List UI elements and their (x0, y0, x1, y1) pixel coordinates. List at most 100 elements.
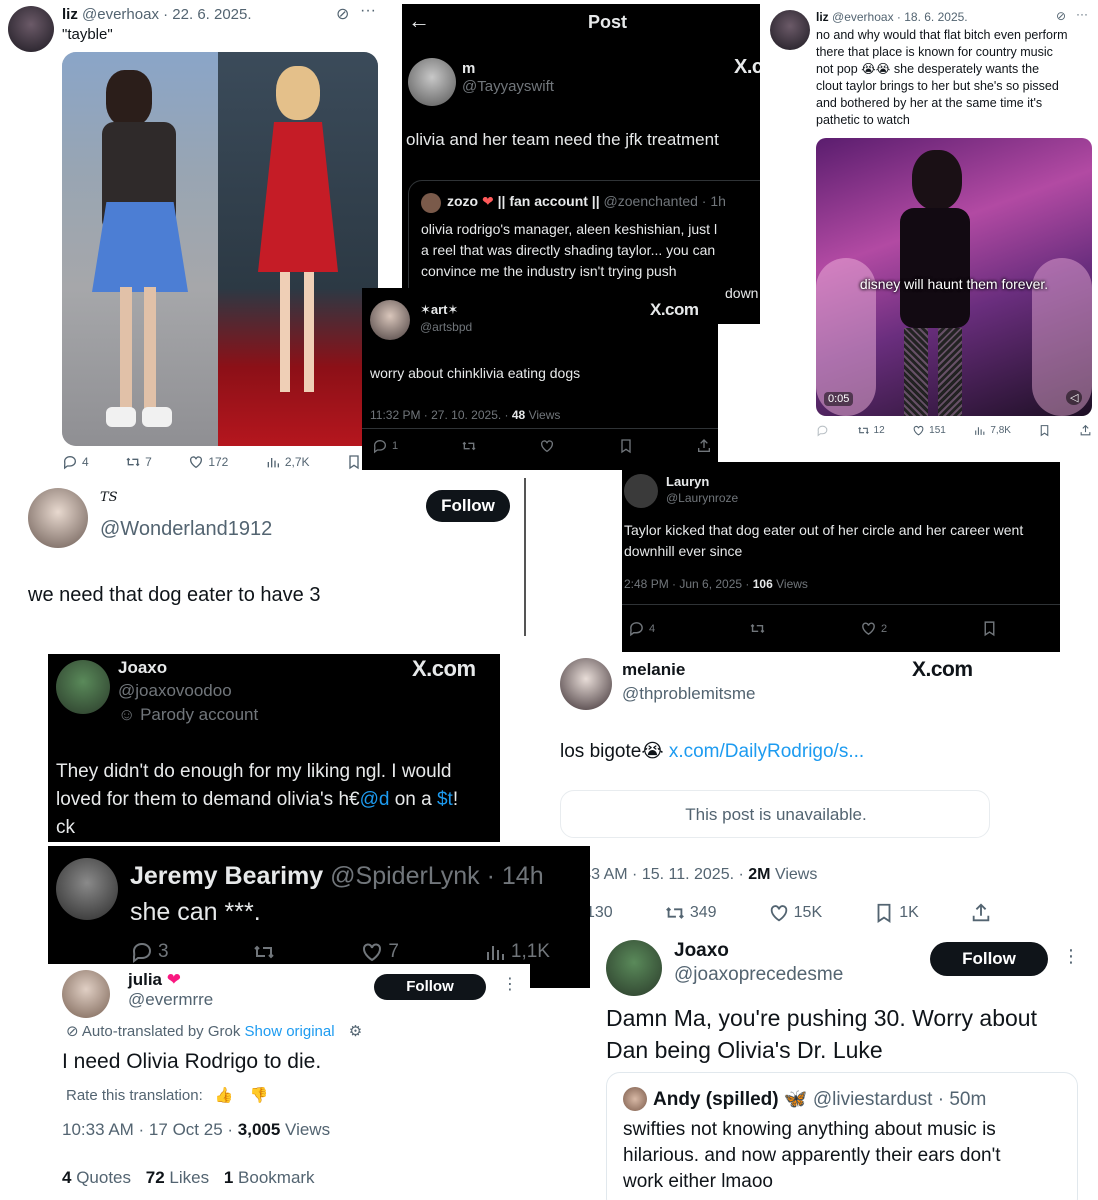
share-button[interactable] (1079, 424, 1092, 437)
translated-label: Auto-translated by Grok (81, 1023, 241, 1040)
post-link[interactable]: x.com/DailyRodrigo/s... (669, 741, 864, 762)
more-icon[interactable]: ⋮ (502, 974, 518, 994)
author-handle[interactable]: @Wonderland1912 (100, 518, 272, 541)
quoted-post[interactable]: Andy (spilled) 🦋 @liviestardust · 50m sw… (606, 1072, 1078, 1200)
follow-button[interactable]: Follow (930, 942, 1048, 976)
avatar[interactable] (560, 658, 612, 710)
author-handle[interactable]: @everhoax (832, 10, 894, 24)
avatar[interactable] (606, 940, 662, 996)
avatar[interactable] (624, 474, 658, 508)
post-text: los bigote😭 (560, 741, 664, 762)
author-name[interactable]: m (462, 60, 475, 77)
bookmark-button[interactable]: 1K (873, 902, 919, 924)
author-name[interactable]: melanie (622, 660, 685, 680)
grok-icon[interactable]: ⊘ (336, 4, 349, 24)
author-handle[interactable]: @Laurynroze (666, 491, 738, 505)
avatar[interactable] (770, 10, 810, 50)
avatar[interactable] (8, 6, 54, 52)
repost-button[interactable]: 12 (857, 424, 885, 437)
author-handle[interactable]: @joaxovoodoo (118, 681, 232, 701)
thumbs-down-icon[interactable]: 👎 (250, 1087, 269, 1104)
post-text: worry about chinklivia eating dogs (370, 365, 581, 381)
like-button[interactable]: 2 (860, 620, 887, 637)
repost-button[interactable] (461, 438, 477, 454)
bookmarks-count[interactable]: 1 Bookmark (224, 1168, 315, 1187)
reply-button[interactable]: 1 (372, 438, 398, 454)
follow-button[interactable]: Follow (374, 974, 486, 1000)
avatar[interactable] (408, 58, 456, 106)
author-handle[interactable]: @joaxoprecedesme (674, 964, 843, 986)
avatar[interactable] (62, 970, 110, 1018)
author-name[interactable]: Lauryn (666, 474, 709, 489)
photo-right (218, 52, 378, 446)
bookmark-button[interactable] (346, 454, 362, 470)
reply-button[interactable]: 3 (130, 940, 169, 964)
bookmark-button[interactable] (618, 438, 634, 454)
views-button[interactable]: 7,8K (973, 424, 1011, 437)
repost-button[interactable]: 349 (664, 902, 717, 924)
thumbs-up-icon[interactable]: 👍 (215, 1087, 234, 1104)
heart-emoji-icon: ❤ (166, 970, 181, 989)
reply-button[interactable] (816, 424, 829, 437)
avatar[interactable] (56, 660, 110, 714)
author-name[interactable]: Jeremy Bearimy (130, 862, 323, 890)
quote-text-overflow: down (725, 285, 759, 301)
bookmark-button[interactable] (981, 620, 998, 637)
back-arrow-icon[interactable]: ← (408, 8, 430, 34)
author-name[interactable]: julia (128, 970, 162, 989)
post-video[interactable]: disney will haunt them forever. 0:05 ◁ (816, 138, 1092, 416)
reply-button[interactable]: 4 (628, 620, 655, 637)
post-meta: 10:33 AM · 17 Oct 25 · 3,005 Views (62, 1120, 331, 1139)
quotes-count[interactable]: 4 Quotes (62, 1168, 131, 1187)
unavailable-post-box: This post is unavailable. (560, 790, 990, 838)
repost-button[interactable]: 7 (125, 454, 152, 470)
like-button[interactable]: 172 (188, 454, 228, 470)
action-bar: 4 7 172 2,7K (62, 454, 362, 470)
x-brand-logo: X.com (912, 658, 973, 681)
unavailable-text: This post is unavailable. (685, 805, 867, 824)
author-name[interactable]: liz (62, 6, 78, 23)
quote-author-name: zozo (447, 193, 479, 209)
bookmark-button[interactable] (1038, 424, 1051, 437)
grok-icon: ⊘ (66, 1023, 79, 1040)
author-name[interactable]: Joaxo (118, 658, 167, 678)
author-name[interactable]: ✶art✶ (420, 302, 458, 318)
show-original-link[interactable]: Show original (245, 1023, 335, 1040)
avatar[interactable] (28, 488, 88, 548)
repost-button[interactable] (252, 940, 276, 964)
author-name[interactable]: TS (100, 490, 118, 505)
views-button[interactable]: 1,1K (483, 940, 550, 964)
more-icon[interactable]: ··· (1076, 7, 1088, 21)
grok-icon[interactable]: ⊘ (1056, 9, 1066, 23)
views-button[interactable]: 2,7K (265, 454, 310, 470)
likes-count[interactable]: 72 Likes (146, 1168, 209, 1187)
avatar[interactable] (56, 858, 118, 920)
like-button[interactable] (539, 438, 555, 454)
author-name[interactable]: Joaxo (674, 940, 729, 962)
author-handle[interactable]: @SpiderLynk · 14h (330, 862, 543, 890)
post-image[interactable] (62, 52, 378, 446)
like-button[interactable]: 15K (768, 902, 822, 924)
author-handle[interactable]: @everhoax (82, 6, 159, 23)
post-meta: 11:32 PM · 27. 10. 2025. · 48 Views (370, 408, 561, 422)
author-handle[interactable]: @evermrre (128, 990, 213, 1010)
quote-text: swifties not knowing anything about musi… (623, 1119, 1001, 1192)
author-name[interactable]: liz (816, 10, 829, 24)
like-button[interactable]: 7 (360, 940, 399, 964)
like-button[interactable]: 151 (912, 424, 946, 437)
author-handle[interactable]: @Tayyayswift (462, 78, 554, 95)
more-icon[interactable]: ··· (360, 2, 376, 20)
follow-button[interactable]: Follow (426, 490, 510, 522)
quote-author-handle: @zoenchanted · 1h (603, 193, 726, 209)
reply-button[interactable]: 4 (62, 454, 89, 470)
share-button[interactable] (970, 902, 992, 924)
share-button[interactable] (696, 438, 712, 454)
author-handle[interactable]: @artsbpd (420, 320, 472, 334)
repost-button[interactable] (749, 620, 766, 637)
post-card-joaxo-parody: Joaxo @joaxovoodoo ☺ Parody account X.co… (48, 654, 500, 842)
avatar[interactable] (370, 300, 410, 340)
more-icon[interactable]: ⋮ (1062, 946, 1080, 967)
author-handle[interactable]: @thproblemitsme (622, 684, 755, 704)
post-text: she can ***. (130, 898, 261, 926)
settings-gear-icon[interactable]: ⚙ (349, 1023, 362, 1040)
